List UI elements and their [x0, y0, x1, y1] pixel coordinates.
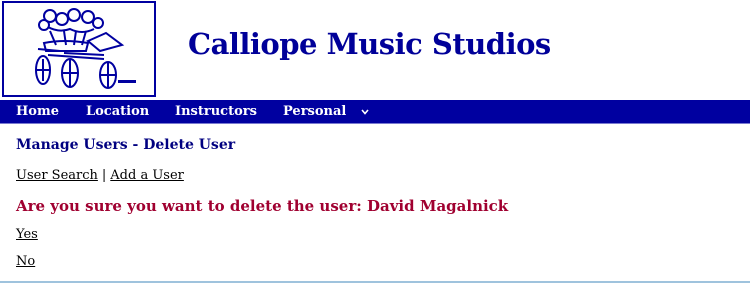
nav-item-personal[interactable]: Personal — [283, 100, 369, 123]
confirm-yes-link[interactable]: Yes — [16, 227, 38, 242]
site-logo[interactable] — [2, 1, 156, 97]
page-heading: Manage Users - Delete User — [16, 137, 236, 153]
add-user-link[interactable]: Add a User — [110, 168, 184, 183]
link-separator: | — [101, 168, 107, 183]
nav-item-personal-label: Personal — [283, 104, 347, 119]
flower-cart-logo-icon — [35, 8, 136, 89]
chevron-down-icon[interactable] — [361, 101, 369, 124]
user-search-link[interactable]: User Search — [16, 168, 98, 183]
confirm-no-link[interactable]: No — [16, 254, 35, 269]
user-admin-links: User Search | Add a User — [16, 168, 184, 183]
page-header: Calliope Music Studios — [0, 0, 750, 100]
nav-item-home[interactable]: Home — [16, 100, 59, 123]
nav-item-location[interactable]: Location — [86, 100, 149, 123]
site-title: Calliope Music Studios — [188, 27, 551, 61]
main-nav: Home Location Instructors Personal — [0, 100, 750, 124]
delete-confirmation-message: Are you sure you want to delete the user… — [16, 197, 509, 215]
nav-item-instructors[interactable]: Instructors — [175, 100, 257, 123]
